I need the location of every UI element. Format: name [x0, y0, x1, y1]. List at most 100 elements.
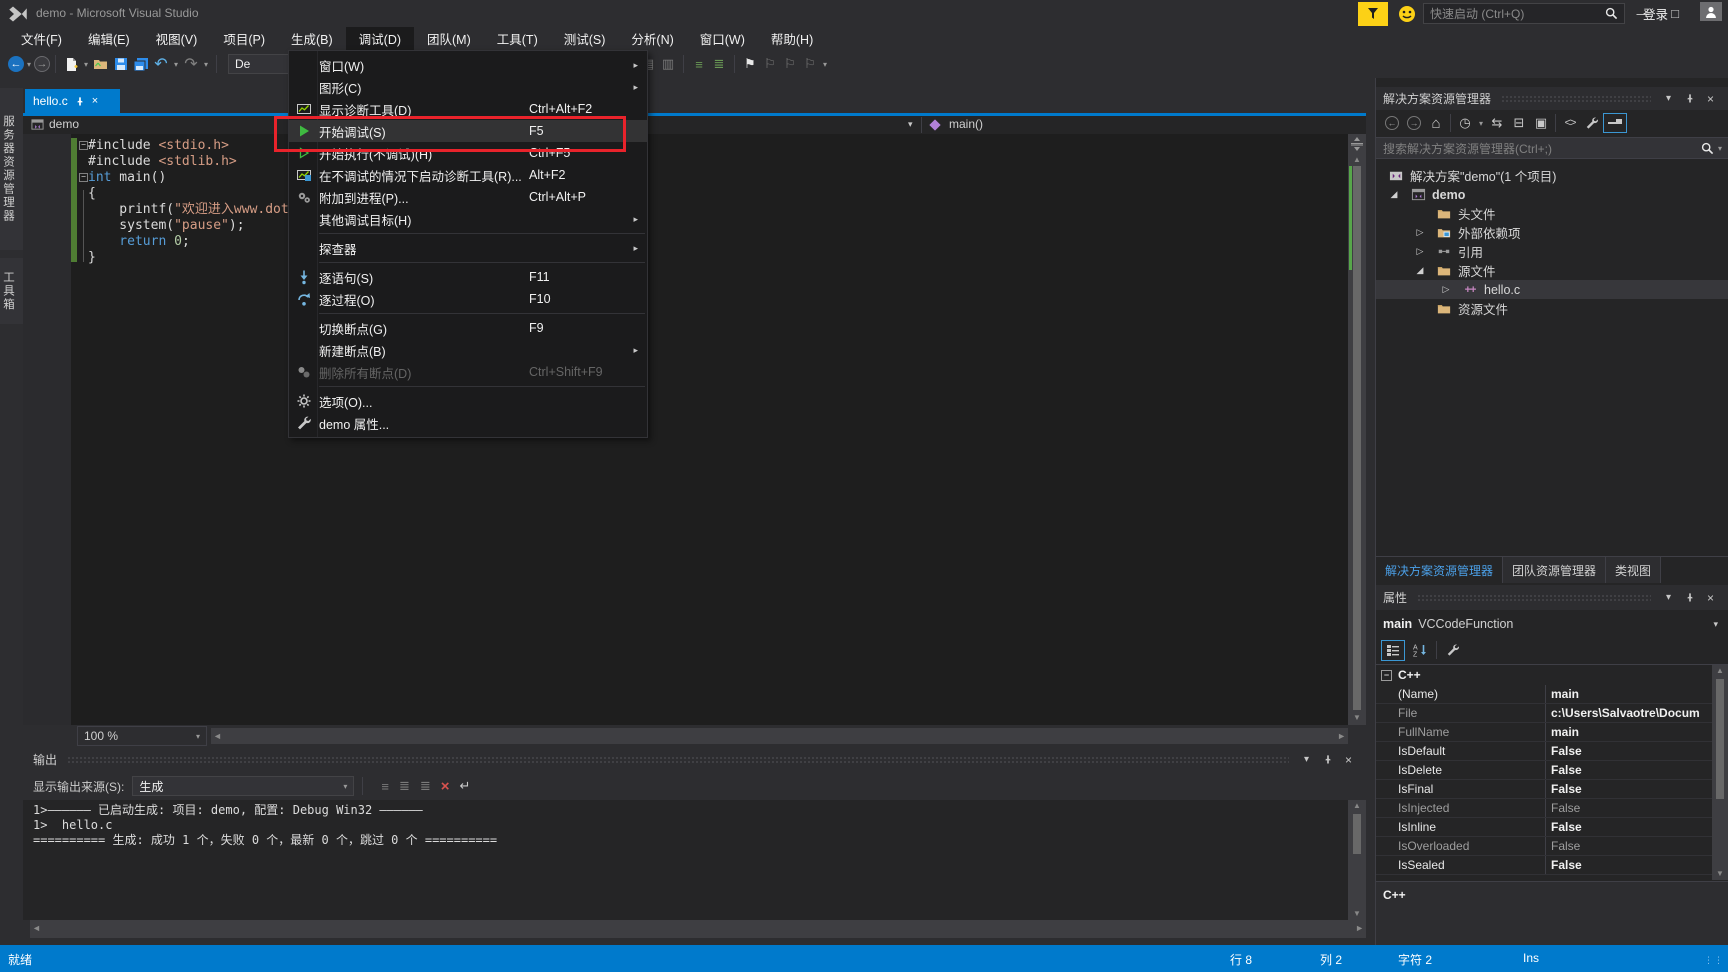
property-row-IsInjected[interactable]: IsInjectedFalse	[1376, 799, 1728, 818]
new-file-button[interactable]	[61, 53, 81, 75]
quick-launch-search[interactable]: 快速启动 (Ctrl+Q)	[1423, 3, 1625, 24]
output-title-bar[interactable]: 输出 ▾ ×	[23, 747, 1366, 772]
menubar-item-工具(T)[interactable]: 工具(T)	[484, 27, 551, 50]
scroll-up-icon[interactable]: ▲	[1348, 154, 1366, 166]
solution-explorer-title-bar[interactable]: 解决方案资源管理器 ▾ ×	[1376, 87, 1728, 110]
panel-tab-解决方案资源管理器[interactable]: 解决方案资源管理器	[1376, 557, 1503, 583]
menu-item-在不调试的情况下启动诊断工具R[interactable]: 在不调试的情况下启动诊断工具(R)...Alt+F2	[289, 164, 647, 186]
property-row-IsOverloaded[interactable]: IsOverloadedFalse	[1376, 837, 1728, 856]
wrench-icon[interactable]	[1581, 113, 1603, 133]
editor-horizontal-scrollbar[interactable]: ◄ ►	[211, 728, 1348, 744]
tree-item-源文件[interactable]: ◢源文件	[1376, 261, 1728, 280]
menubar-item-视图(V)[interactable]: 视图(V)	[143, 27, 211, 50]
menu-item-逐语句S[interactable]: 逐语句(S)F11	[289, 266, 647, 288]
fold-collapse-icon[interactable]: −	[79, 173, 88, 182]
menubar-item-编辑(E)[interactable]: 编辑(E)	[75, 27, 143, 50]
tree-item-hello.c[interactable]: ▷++hello.c	[1376, 280, 1728, 299]
goto-message-icon[interactable]: ≡	[381, 779, 389, 794]
view-code-icon[interactable]: <>	[1559, 113, 1581, 133]
menu-item-图形C[interactable]: 图形(C)▸	[289, 76, 647, 98]
scroll-down-icon[interactable]: ▼	[1712, 868, 1728, 880]
code-line-7[interactable]: return 0;	[23, 234, 1366, 250]
property-value[interactable]: False	[1546, 761, 1728, 779]
window-position-chevron-icon[interactable]: ▾	[1299, 754, 1314, 765]
toolbar-overflow-icon[interactable]: ▾	[820, 60, 830, 69]
previous-message-icon[interactable]: ≣	[399, 778, 410, 794]
nav-scope-dropdown[interactable]: main()	[949, 117, 983, 131]
tree-item-头文件[interactable]: 头文件	[1376, 204, 1728, 223]
navigate-back-button[interactable]: ←	[8, 56, 24, 72]
feedback-smiley-button[interactable]	[1398, 5, 1416, 23]
back-icon[interactable]: ←	[1381, 113, 1403, 133]
redo-dropdown-icon[interactable]: ▾	[201, 60, 211, 69]
back-dropdown-icon[interactable]: ▾	[24, 60, 34, 69]
code-editor[interactable]: −#include <stdio.h>#include <stdlib.h>−i…	[23, 134, 1366, 725]
close-icon[interactable]: ×	[1703, 591, 1718, 605]
menu-item-窗口W[interactable]: 窗口(W)▸	[289, 54, 647, 76]
alphabetical-sort-button[interactable]: AZ	[1409, 640, 1431, 660]
property-value[interactable]: False	[1546, 742, 1728, 760]
close-icon[interactable]: ×	[1703, 92, 1718, 106]
code-line-1[interactable]: −#include <stdio.h>	[23, 138, 1366, 154]
scroll-right-icon[interactable]: ►	[1355, 920, 1364, 936]
pin-icon[interactable]	[75, 96, 85, 107]
expand-icon[interactable]: ▷	[1440, 284, 1452, 295]
menubar-item-调试(D)[interactable]: 调试(D)	[346, 27, 414, 50]
tree-item-资源文件[interactable]: 资源文件	[1376, 299, 1728, 318]
menubar-item-帮助(H)[interactable]: 帮助(H)	[758, 27, 826, 50]
property-value[interactable]: c:\Users\Salvaotre\Docum	[1546, 704, 1728, 722]
forward-icon[interactable]: →	[1403, 113, 1425, 133]
code-line-3[interactable]: −int main()	[23, 170, 1366, 186]
search-chevron-icon[interactable]: ▾	[1718, 144, 1722, 153]
panel-tab-类视图[interactable]: 类视图	[1606, 557, 1661, 583]
open-file-button[interactable]	[91, 53, 111, 75]
output-vertical-scrollbar[interactable]: ▲ ▼	[1348, 800, 1366, 920]
menu-item-新建断点B[interactable]: 新建断点(B)▸	[289, 339, 647, 361]
menubar-item-文件(F)[interactable]: 文件(F)	[8, 27, 75, 50]
window-position-chevron-icon[interactable]: ▾	[1661, 93, 1676, 104]
collapse-category-icon[interactable]: −	[1381, 670, 1392, 681]
menubar-item-测试(S)[interactable]: 测试(S)	[551, 27, 619, 50]
account-person-icon[interactable]	[1700, 2, 1722, 21]
code-line-6[interactable]: system("pause");	[23, 218, 1366, 234]
undo-dropdown-icon[interactable]: ▾	[171, 60, 181, 69]
property-value[interactable]: False	[1546, 818, 1728, 836]
nav-project-chevron-icon[interactable]: ▾	[908, 119, 913, 130]
property-row-IsInline[interactable]: IsInlineFalse	[1376, 818, 1728, 837]
pin-icon[interactable]	[1320, 754, 1335, 765]
menu-item-附加到进程P[interactable]: 附加到进程(P)...Ctrl+Alt+P	[289, 186, 647, 208]
pin-icon[interactable]	[1682, 93, 1697, 104]
undo-button[interactable]: ↶	[151, 53, 171, 75]
split-window-grip-icon[interactable]	[1348, 134, 1366, 154]
collapse-all-icon[interactable]: ⊟	[1508, 113, 1530, 133]
scrollbar-thumb[interactable]	[1716, 679, 1724, 799]
tree-item-解决方案demo1个项目[interactable]: 解决方案"demo"(1 个项目)	[1376, 166, 1728, 185]
save-all-button[interactable]	[131, 53, 151, 75]
tree-item-外部依赖项[interactable]: ▷外部依赖项	[1376, 223, 1728, 242]
property-row-FullName[interactable]: FullNamemain	[1376, 723, 1728, 742]
menubar-item-项目(P)[interactable]: 项目(P)	[210, 27, 278, 50]
nav-project-dropdown[interactable]: demo	[49, 117, 79, 131]
preview-selected-items-toggle[interactable]	[1603, 113, 1627, 133]
toggle-bookmark-icon[interactable]: ⚑	[740, 53, 760, 75]
previous-bookmark-icon[interactable]: ⚐	[760, 53, 780, 75]
output-horizontal-scrollbar[interactable]: ◄ ►	[30, 920, 1366, 938]
menubar-item-窗口(W)[interactable]: 窗口(W)	[687, 27, 758, 50]
collapse-icon[interactable]: ◢	[1388, 189, 1400, 200]
new-file-dropdown-icon[interactable]: ▾	[81, 60, 91, 69]
scroll-down-icon[interactable]: ▼	[1348, 712, 1366, 724]
expand-icon[interactable]: ▷	[1414, 246, 1426, 257]
tree-item-引用[interactable]: ▷引用	[1376, 242, 1728, 261]
menu-item-探查器[interactable]: 探查器▸	[289, 237, 647, 259]
code-line-4[interactable]: {	[23, 186, 1366, 202]
scrollbar-thumb[interactable]	[1353, 814, 1361, 854]
word-wrap-icon[interactable]: ↵	[460, 778, 471, 794]
editor-vertical-scrollbar[interactable]: ▲ ▼	[1348, 134, 1366, 725]
clear-bookmarks-icon[interactable]: ⚐	[800, 53, 820, 75]
notifications-flag-button[interactable]	[1358, 2, 1388, 26]
menubar-item-团队(M)[interactable]: 团队(M)	[414, 27, 484, 50]
home-icon[interactable]: ⌂	[1425, 113, 1447, 133]
properties-title-bar[interactable]: 属性 ▾ ×	[1376, 585, 1728, 610]
output-content[interactable]: 1>—————— 已启动生成: 项目: demo, 配置: Debug Win3…	[23, 800, 1366, 920]
code-line-8[interactable]: }	[23, 250, 1366, 266]
